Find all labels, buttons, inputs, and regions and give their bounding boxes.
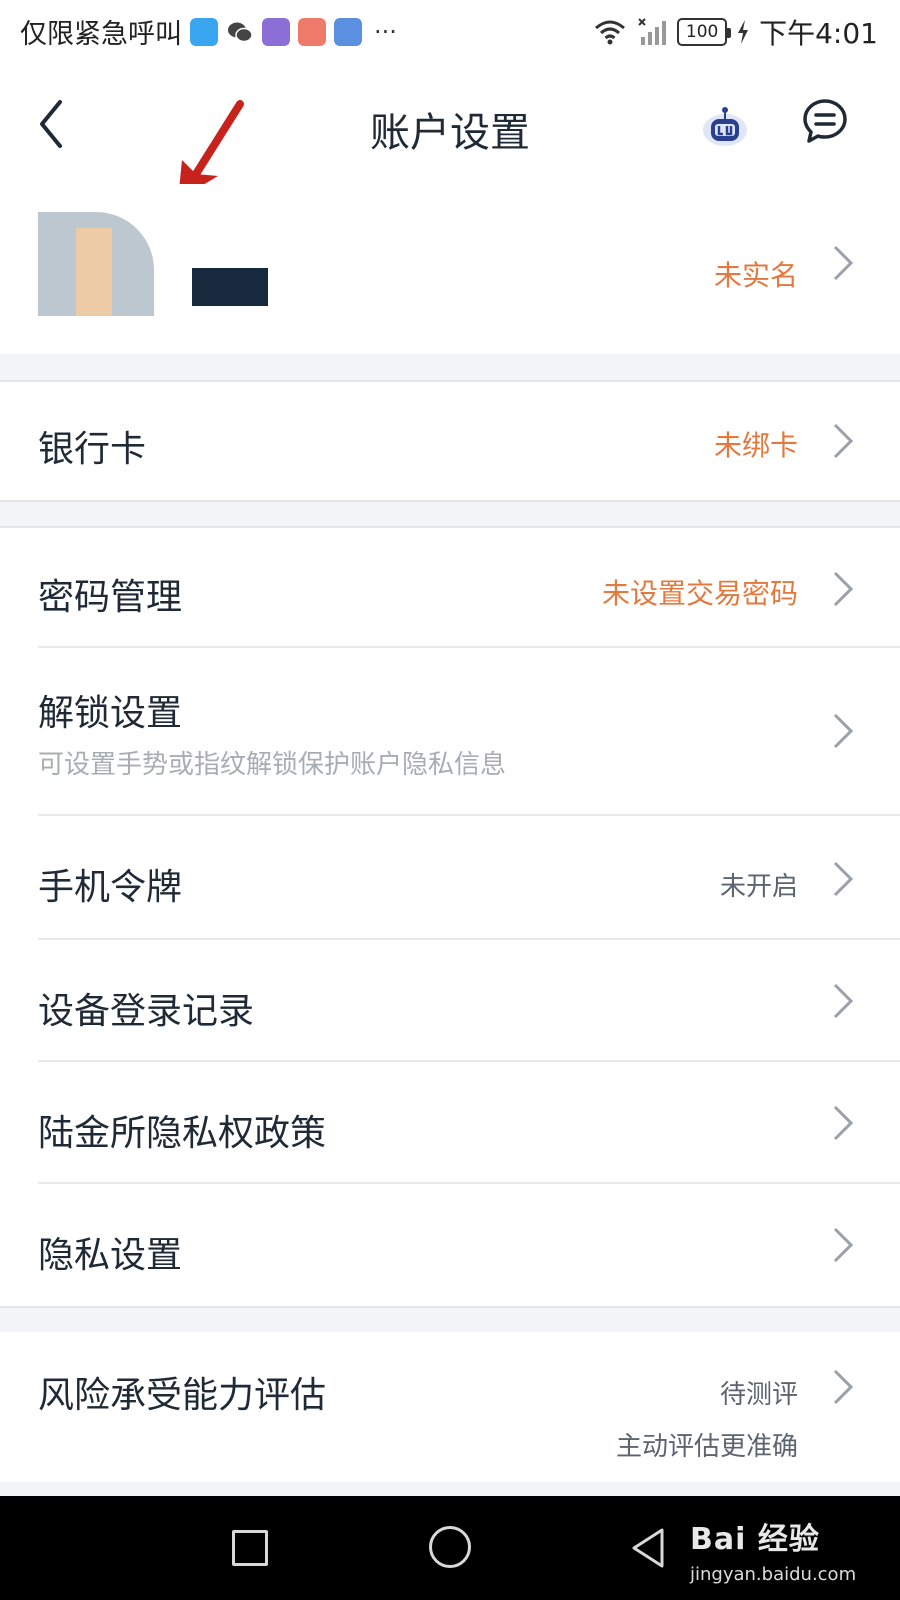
chevron-right-icon [833,245,854,281]
row-label: 手机令牌 [38,867,183,908]
unlock-settings-row[interactable]: 解锁设置 可设置手势或指纹解锁保护账户隐私信息 [0,648,900,816]
profile-row[interactable]: 未实名 [0,184,900,354]
privacy-policy-row[interactable]: 陆金所隐私权政策 [0,1062,900,1184]
bank-card-status: 未绑卡 [713,429,798,462]
nav-bar: 账户设置 [0,64,900,184]
row-label: 风险承受能力评估 [38,1375,327,1416]
chevron-right-icon [833,713,854,749]
wechat-icon [226,18,254,46]
watermark-logo: Bai 经验 [690,1522,820,1557]
avatar[interactable] [38,212,154,316]
system-nav-bar: Bai 经验 jingyan.baidu.com [0,1496,900,1600]
device-login-records-row[interactable]: 设备登录记录 [0,940,900,1062]
mobile-token-row[interactable]: 手机令牌 未开启 [0,816,900,940]
carrier-text: 仅限紧急呼叫 [20,19,182,50]
status-bar: 仅限紧急呼叫 ··· 100 下午4:01 [0,0,900,64]
chevron-right-icon [833,861,854,897]
chevron-right-icon [833,1369,854,1405]
row-label: 密码管理 [38,577,183,618]
baidu-watermark: Bai 经验 jingyan.baidu.com [690,1514,890,1594]
row-label: 银行卡 [38,429,147,470]
row-label: 解锁设置 [38,693,183,734]
risk-assessment-status: 待测评 [719,1380,798,1410]
risk-assessment-hint: 主动评估更准确 [615,1432,798,1462]
system-back-button[interactable] [628,1526,668,1570]
privacy-settings-row[interactable]: 隐私设置 [0,1184,900,1308]
row-label: 陆金所隐私权政策 [38,1113,327,1154]
row-label: 隐私设置 [38,1235,183,1276]
row-subtitle: 可设置手势或指纹解锁保护账户隐私信息 [38,750,507,780]
verification-status: 未实名 [713,259,798,292]
more-notifications-icon: ··· [374,17,397,46]
section-gap [0,354,900,382]
bank-card-row[interactable]: 银行卡 未绑卡 [0,382,900,500]
wifi-icon [595,20,626,45]
password-management-row[interactable]: 密码管理 未设置交易密码 [0,528,900,648]
chart-app-icon [334,17,362,46]
user-name-redacted [192,268,268,306]
chevron-right-icon [833,1105,854,1141]
risk-assessment-row[interactable]: 风险承受能力评估 待测评 主动评估更准确 [0,1332,900,1482]
chevron-right-icon [833,423,854,459]
shield-app-icon [190,17,218,46]
lollipop-app-icon [298,17,326,46]
browser-icon [262,17,290,46]
chevron-right-icon [833,983,854,1019]
battery-indicator: 100 [677,18,732,46]
chevron-right-icon [833,1227,854,1263]
password-status: 未设置交易密码 [601,577,798,610]
charging-icon [738,20,749,44]
status-time: 下午4:01 [759,17,878,50]
home-button[interactable] [429,1526,471,1568]
mobile-token-status: 未开启 [719,872,798,902]
chevron-right-icon [833,571,854,607]
assistant-robot-icon[interactable] [700,100,750,150]
row-label: 设备登录记录 [38,991,255,1032]
section-gap [0,1308,900,1332]
section-gap [0,1482,900,1496]
no-signal-icon [638,18,667,45]
message-icon[interactable] [802,98,848,144]
watermark-url: jingyan.baidu.com [690,1564,857,1585]
section-gap [0,502,900,526]
recent-apps-button[interactable] [232,1530,268,1566]
page-title: 账户设置 [370,110,530,156]
